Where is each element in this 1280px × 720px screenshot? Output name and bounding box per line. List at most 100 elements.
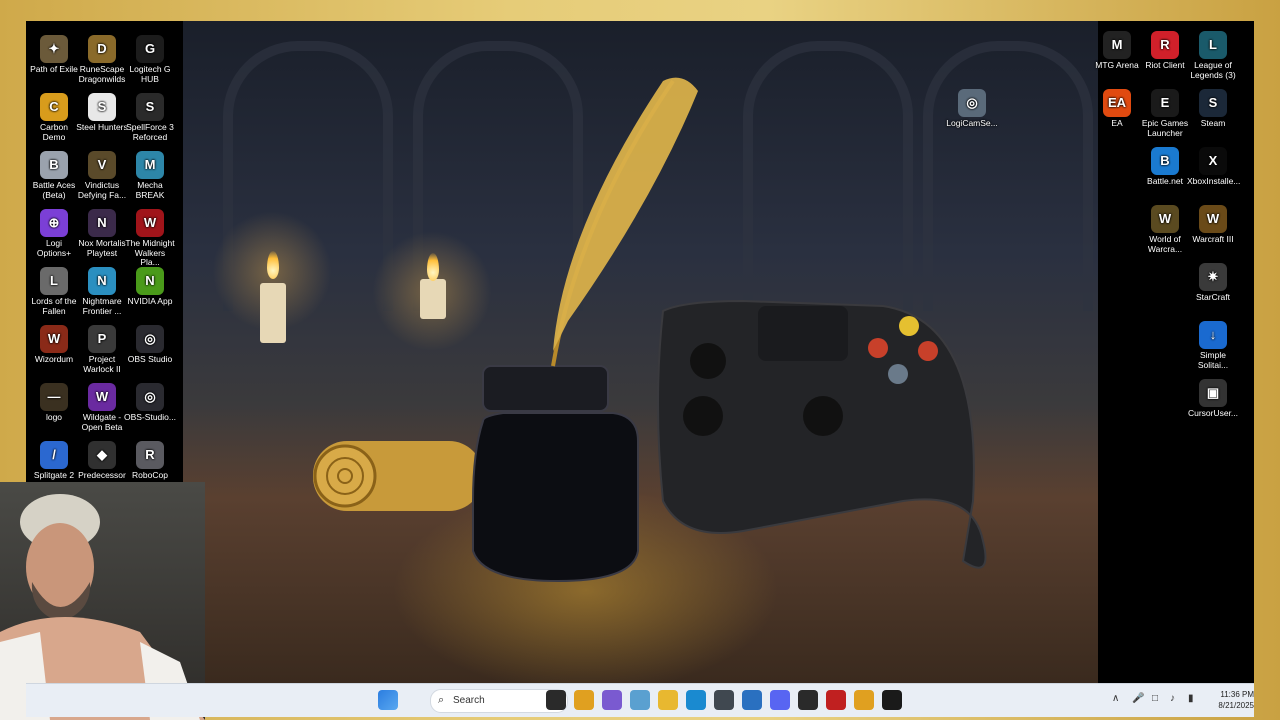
app-icon: W [1199, 205, 1227, 233]
desktop-icon-label: Steam [1200, 118, 1226, 128]
desktop-icon[interactable]: W The Midnight Walkers Pla... [124, 209, 176, 268]
taskbar-app-discord-icon[interactable] [770, 690, 790, 710]
app-icon: C [40, 93, 68, 121]
desktop-icon[interactable]: S Steam [1187, 89, 1239, 129]
desktop-icon-label: Splitgate 2 [33, 470, 75, 480]
desktop-icon-label: Battle Aces (Beta) [32, 180, 76, 200]
desktop-icon-label: Warcraft III [1192, 234, 1234, 244]
desktop-icon[interactable]: N NVIDIA App [124, 267, 176, 307]
desktop-icon[interactable]: ▣ CursorUser... [1187, 379, 1239, 419]
desktop-icon-label: Predecessor [78, 470, 126, 480]
start-button[interactable] [378, 690, 398, 710]
app-icon: S [1199, 89, 1227, 117]
taskbar-app-photos-icon[interactable] [630, 690, 650, 710]
desktop-icon-label: EA [1111, 118, 1123, 128]
desktop-icon-label: Logi Options+ [36, 238, 72, 258]
desktop-icon[interactable]: S SpellForce 3 Reforced [124, 93, 176, 142]
search-icon: ⌕ [438, 694, 445, 706]
desktop-icon-label: Project Warlock II [83, 354, 121, 374]
desktop-icon-label: NVIDIA App [127, 296, 173, 306]
app-icon: ⊕ [40, 209, 68, 237]
desktop-icon[interactable]: M Mecha BREAK [124, 151, 176, 200]
desktop-icon[interactable]: B Battle Aces (Beta) [28, 151, 80, 200]
desktop-icon[interactable]: B Battle.net [1139, 147, 1191, 187]
app-icon: L [1199, 31, 1227, 59]
desktop-icon[interactable]: ✷ StarCraft [1187, 263, 1239, 303]
desktop-icon[interactable]: R Riot Client [1139, 31, 1191, 71]
desktop-icon[interactable]: L League of Legends (3) [1187, 31, 1239, 80]
app-icon: M [1103, 31, 1131, 59]
desktop-icon[interactable]: S Steel Hunters [76, 93, 128, 133]
app-icon: B [40, 151, 68, 179]
desktop-icon[interactable]: G Logitech G HUB [124, 35, 176, 84]
taskbar-app-snipping-tool-icon[interactable] [798, 690, 818, 710]
battery-icon[interactable]: ▮ [1188, 693, 1194, 704]
microphone-icon[interactable]: 🎤 [1132, 693, 1144, 704]
taskbar-app-tool-icon[interactable] [714, 690, 734, 710]
app-icon: R [1151, 31, 1179, 59]
app-icon: ✷ [1199, 263, 1227, 291]
desktop-icon[interactable]: N Nightmare Frontier ... [76, 267, 128, 316]
taskbar: ⌕ Search ∧ 🎤 □ ♪ ▮ 11:36 PM 8/21/2025 [26, 683, 1254, 717]
desktop-icon[interactable]: / Splitgate 2 [28, 441, 80, 481]
desktop-icon[interactable]: M MTG Arena [1091, 31, 1143, 71]
desktop-icon[interactable]: W Warcraft III [1187, 205, 1239, 245]
desktop-icon-label: RuneScape Dragonwilds [78, 64, 126, 84]
taskbar-app-app-red-icon[interactable] [826, 690, 846, 710]
desktop-icon[interactable]: W Wizordum [28, 325, 80, 365]
app-icon: ↓ [1199, 321, 1227, 349]
desktop-icon-label: Steel Hunters [76, 122, 128, 132]
desktop-icon-label: Wizordum [34, 354, 74, 364]
taskbar-app-chrome-2-icon[interactable] [854, 690, 874, 710]
app-icon: ◆ [88, 441, 116, 469]
desktop-icon[interactable]: ↓ Simple Solitai... [1187, 321, 1239, 370]
desktop-icon-logicamsettings[interactable]: ◎ LogiCamSe... [946, 89, 998, 129]
taskbar-app-terminal-icon[interactable] [882, 690, 902, 710]
desktop-icon[interactable]: ◎ OBS Studio [124, 325, 176, 365]
volume-icon[interactable]: ♪ [1170, 693, 1175, 704]
app-icon: W [40, 325, 68, 353]
desktop-icon[interactable]: ✦ Path of Exile [28, 35, 80, 75]
desktop-icon[interactable]: P Project Warlock II [76, 325, 128, 374]
app-icon: L [40, 267, 68, 295]
taskbar-app-chrome-icon[interactable] [574, 690, 594, 710]
app-icon: X [1199, 147, 1227, 175]
desktop-icon[interactable]: W Wildgate - Open Beta [76, 383, 128, 432]
taskbar-app-file-explorer-icon[interactable] [658, 690, 678, 710]
taskbar-app-file-manager-icon[interactable] [546, 690, 566, 710]
desktop-icon-label: League of Legends (3) [1190, 60, 1236, 80]
network-icon[interactable]: □ [1152, 693, 1158, 704]
taskbar-clock[interactable]: 11:36 PM 8/21/2025 [1212, 689, 1254, 711]
desktop-icon-label: OBS Studio [127, 354, 173, 364]
desktop-icon[interactable]: ◆ Predecessor [76, 441, 128, 481]
app-icon: V [88, 151, 116, 179]
clock-time: 11:36 PM [1220, 690, 1254, 699]
desktop-icon[interactable]: W World of Warcra... [1139, 205, 1191, 254]
desktop-icon-label: Path of Exile [30, 64, 78, 74]
desktop-icon-label: Carbon Demo [40, 122, 68, 142]
desktop-icon[interactable]: C Carbon Demo [28, 93, 80, 142]
desktop-icon-label: Epic Games Launcher [1141, 118, 1189, 138]
desktop-icon-label: Vindictus Defying Fa... [77, 180, 127, 200]
taskbar-app-notepad-icon[interactable] [742, 690, 762, 710]
desktop-icon[interactable]: N Nox Mortalis Playtest [76, 209, 128, 258]
desktop-icon[interactable]: — logo [28, 383, 80, 423]
desktop-icon-label: MTG Arena [1095, 60, 1139, 70]
desktop-icon[interactable]: ◎ OBS-Studio... [124, 383, 176, 423]
desktop-icon-label: Mecha BREAK [135, 180, 165, 200]
desktop-icon-label: Battle.net [1147, 176, 1183, 186]
desktop-icon[interactable]: EA EA [1091, 89, 1143, 129]
app-icon: ▣ [1199, 379, 1227, 407]
app-icon: N [136, 267, 164, 295]
desktop-icon[interactable]: X XboxInstalle... [1187, 147, 1241, 187]
desktop-icon[interactable]: D RuneScape Dragonwilds [76, 35, 128, 84]
taskbar-app-edge-icon[interactable] [686, 690, 706, 710]
desktop-icon[interactable]: L Lords of the Fallen [28, 267, 80, 316]
tray-overflow-chevron-icon[interactable]: ∧ [1112, 693, 1119, 704]
desktop-icon[interactable]: ⊕ Logi Options+ [28, 209, 80, 258]
desktop-icon[interactable]: E Epic Games Launcher [1139, 89, 1191, 138]
clock-date: 8/21/2025 [1218, 701, 1254, 710]
desktop-icon[interactable]: V Vindictus Defying Fa... [76, 151, 128, 200]
taskbar-app-copilot-icon[interactable] [602, 690, 622, 710]
desktop-icon-label: XboxInstalle... [1187, 176, 1241, 186]
